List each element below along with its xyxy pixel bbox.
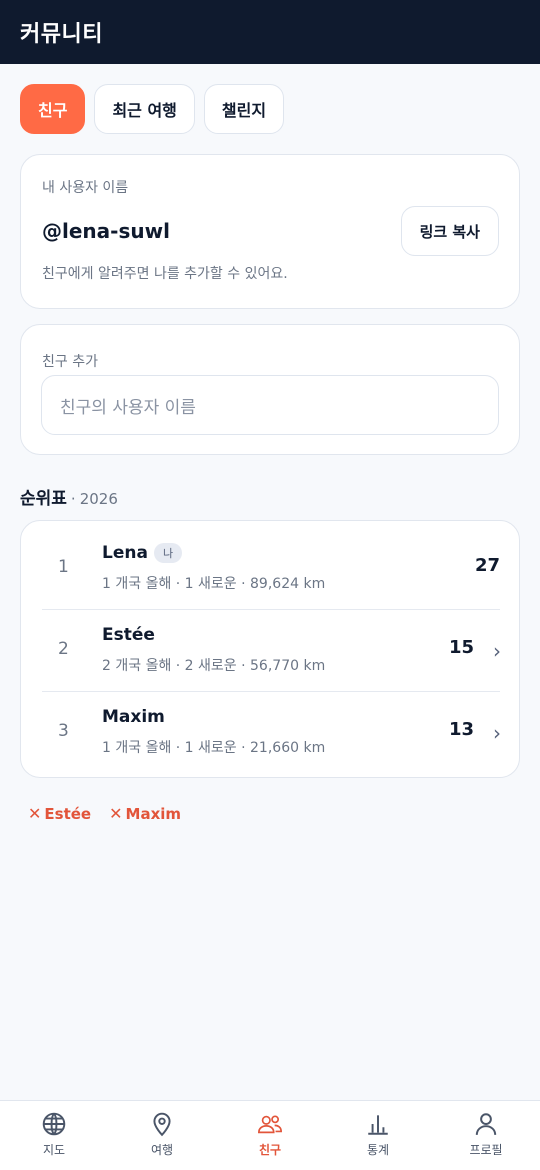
- leaderboard-title: 순위표: [20, 489, 67, 509]
- remove-friend-label: Maxim: [125, 804, 182, 823]
- user-icon: [475, 1113, 497, 1135]
- player-name: Lena 나: [102, 543, 183, 563]
- leaderboard-year: 2026: [79, 490, 118, 508]
- nav-label: 여행: [150, 1143, 174, 1157]
- leaderboard-row[interactable]: 3 Maxim 1 개국 올해 · 1 새로운 · 21,660 km 13 ›: [21, 691, 521, 773]
- x-icon: ✕: [109, 804, 123, 823]
- nav-label: 지도: [42, 1143, 66, 1157]
- tab-challenges[interactable]: 챌린지: [203, 84, 285, 134]
- player-score: 15: [448, 637, 474, 658]
- leaderboard-row: 1 Lena 나 1 개국 올해 · 1 새로운 · 89,624 km 27: [21, 527, 521, 609]
- player-name-text: Lena: [102, 543, 148, 563]
- tab-friends[interactable]: 친구: [20, 84, 86, 134]
- remove-friend-label: Estée: [44, 804, 92, 823]
- player-stats: 1 개국 올해 · 1 새로운 · 21,660 km: [102, 740, 326, 756]
- remove-friend-button[interactable]: ✕ Estée: [28, 804, 91, 823]
- leaderboard-card: 1 Lena 나 1 개국 올해 · 1 새로운 · 89,624 km 27 …: [20, 520, 520, 778]
- bottom-nav: 지도 여행 친구 통계 프로필: [0, 1100, 540, 1170]
- rank-number: 2: [58, 639, 69, 659]
- player-score: 13: [448, 719, 474, 740]
- globe-icon: [42, 1112, 66, 1136]
- leaderboard-separator: ·: [70, 490, 76, 508]
- bar-chart-icon: [368, 1115, 388, 1135]
- users-icon: [258, 1115, 282, 1134]
- add-friend-card: 친구 추가 친구의 사용자 이름: [20, 324, 520, 455]
- nav-label: 프로필: [469, 1143, 503, 1157]
- rank-number: 1: [58, 557, 69, 577]
- player-score: 27: [474, 555, 500, 576]
- me-badge: 나: [153, 543, 183, 563]
- nav-item-profile[interactable]: 프로필: [432, 1101, 540, 1170]
- nav-item-stats[interactable]: 통계: [324, 1101, 432, 1170]
- chevron-right-icon[interactable]: ›: [493, 639, 501, 663]
- chevron-right-icon[interactable]: ›: [493, 721, 501, 745]
- friend-username-input[interactable]: 친구의 사용자 이름: [41, 375, 499, 435]
- nav-item-friends[interactable]: 친구: [216, 1101, 324, 1170]
- page-title: 커뮤니티: [20, 22, 103, 47]
- segment-tabs: 친구 최근 여행 챌린지: [20, 84, 285, 134]
- username-label: 내 사용자 이름: [42, 180, 129, 196]
- player-name: Estée: [102, 625, 155, 645]
- tab-recent-trips[interactable]: 최근 여행: [94, 84, 195, 134]
- my-username-card: 내 사용자 이름 @lena-suwl 링크 복사 친구에게 알려주면 나를 추…: [20, 154, 520, 309]
- add-friend-label: 친구 추가: [42, 354, 98, 370]
- x-icon: ✕: [28, 804, 42, 823]
- player-name: Maxim: [102, 707, 165, 727]
- copy-link-button[interactable]: 링크 복사: [400, 206, 499, 256]
- player-stats: 1 개국 올해 · 1 새로운 · 89,624 km: [102, 576, 326, 592]
- player-stats: 2 개국 올해 · 2 새로운 · 56,770 km: [102, 658, 326, 674]
- rank-number: 3: [58, 721, 69, 741]
- nav-item-trips[interactable]: 여행: [108, 1101, 216, 1170]
- username-hint: 친구에게 알려주면 나를 추가할 수 있어요.: [42, 266, 288, 282]
- leaderboard-row[interactable]: 2 Estée 2 개국 올해 · 2 새로운 · 56,770 km 15 ›: [21, 609, 521, 691]
- app-header: 커뮤니티: [0, 0, 540, 64]
- nav-label: 통계: [366, 1143, 390, 1157]
- nav-item-map[interactable]: 지도: [0, 1101, 108, 1170]
- username-value: @lena-suwl: [42, 219, 170, 243]
- remove-friend-button[interactable]: ✕ Maxim: [109, 804, 181, 823]
- leaderboard-heading: 순위표 · 2026: [20, 484, 118, 509]
- remove-friend-chips: ✕ Estée ✕ Maxim: [28, 804, 181, 823]
- map-pin-icon: [153, 1112, 171, 1137]
- nav-label: 친구: [258, 1143, 282, 1157]
